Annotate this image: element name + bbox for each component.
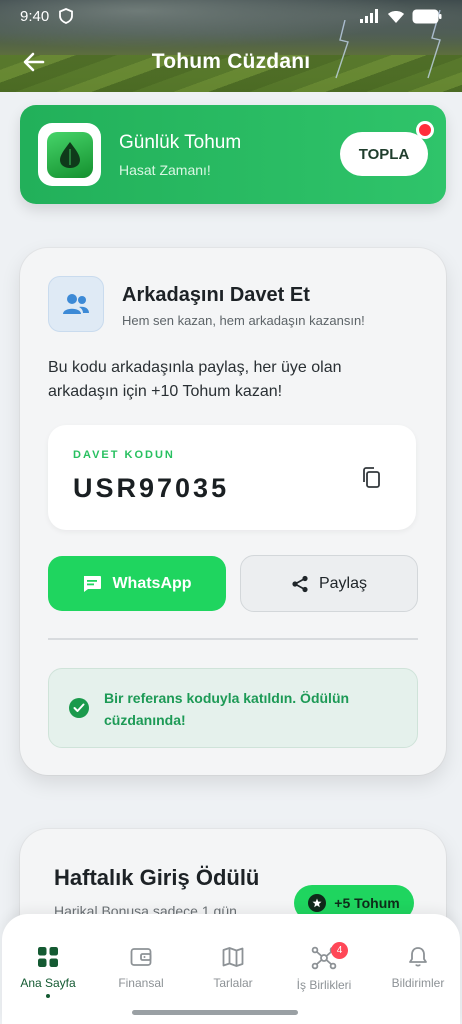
- nav-item-fields[interactable]: Tarlalar: [187, 946, 279, 990]
- daily-seed-title: Günlük Tohum: [119, 132, 242, 153]
- daily-seed-app-icon: [38, 123, 101, 186]
- whatsapp-share-button[interactable]: WhatsApp: [48, 556, 226, 611]
- notification-dot: [416, 121, 434, 139]
- invite-icon-box: [48, 276, 104, 332]
- page-title: Tohum Cüzdanı: [151, 50, 311, 73]
- invite-code-value: USR97035: [73, 473, 230, 503]
- nav-label: Tarlalar: [213, 976, 253, 990]
- signal-icon: [360, 9, 378, 23]
- check-circle-icon: [69, 698, 89, 718]
- daily-seed-card: Günlük Tohum Hasat Zamanı! TOPLA: [20, 105, 446, 204]
- invite-card: Arkadaşını Davet Et Hem sen kazan, hem a…: [20, 248, 446, 775]
- collect-button[interactable]: TOPLA: [340, 132, 428, 176]
- nav-item-partnerships[interactable]: 4 İş Birlikleri: [278, 942, 370, 992]
- invite-code-box: DAVET KODUN USR97035: [48, 425, 416, 530]
- nav-label: Finansal: [118, 976, 164, 990]
- invite-subtitle: Hem sen kazan, hem arkadaşın kazansın!: [122, 313, 365, 328]
- invite-code-label: DAVET KODUN: [73, 449, 175, 461]
- nav-item-finance[interactable]: Finansal: [95, 946, 187, 990]
- message-icon: [84, 575, 102, 592]
- status-bar: 9:40: [0, 0, 462, 32]
- weekly-reward-label: +5 Tohum: [334, 895, 400, 911]
- home-indicator: [132, 1010, 298, 1015]
- users-icon: [63, 294, 89, 314]
- divider: [48, 638, 418, 640]
- nav-label: İş Birlikleri: [296, 978, 352, 992]
- grid-icon: [38, 947, 58, 967]
- active-indicator: [46, 994, 50, 998]
- nav-label: Ana Sayfa: [20, 976, 76, 990]
- nav-notification-badge: 4: [331, 942, 348, 959]
- invite-description: Bu kodu arkadaşınla paylaş, her üye olan…: [48, 359, 342, 400]
- daily-seed-subtitle: Hasat Zamanı!: [119, 162, 211, 178]
- share-icon: [292, 575, 308, 592]
- star-icon: [308, 894, 327, 912]
- share-button[interactable]: Paylaş: [240, 555, 418, 612]
- referral-success-message: Bir referans koduyla katıldın. Ödülün cü…: [48, 668, 418, 748]
- shield-icon: [59, 8, 74, 24]
- share-label: Paylaş: [318, 574, 368, 592]
- wifi-icon: [388, 10, 404, 23]
- back-button[interactable]: [20, 48, 48, 76]
- map-icon: [222, 947, 244, 967]
- app-header: 9:40 Tohum Cüzdanı: [0, 0, 462, 92]
- invite-title: Arkadaşını Davet Et: [122, 284, 310, 306]
- weekly-title: Haftalık Giriş Ödülü: [54, 865, 260, 890]
- whatsapp-label: WhatsApp: [112, 574, 192, 592]
- nav-item-home[interactable]: Ana Sayfa: [2, 946, 94, 998]
- status-time: 9:40: [20, 7, 50, 25]
- nav-item-notifications[interactable]: Bildirimler: [372, 946, 462, 990]
- copy-code-button[interactable]: [358, 465, 384, 491]
- bottom-navigation: Ana Sayfa Finansal Tarlalar 4 İş Birlikl…: [2, 914, 460, 1024]
- battery-icon: [412, 9, 442, 23]
- seed-drop-icon: [59, 141, 80, 168]
- arrow-left-icon: [23, 52, 45, 72]
- bell-icon: [409, 947, 427, 967]
- copy-icon: [363, 467, 380, 488]
- success-text: Bir referans koduyla katıldın. Ödülün cü…: [104, 690, 350, 728]
- nav-label: Bildirimler: [391, 976, 445, 990]
- wallet-icon: [130, 948, 152, 966]
